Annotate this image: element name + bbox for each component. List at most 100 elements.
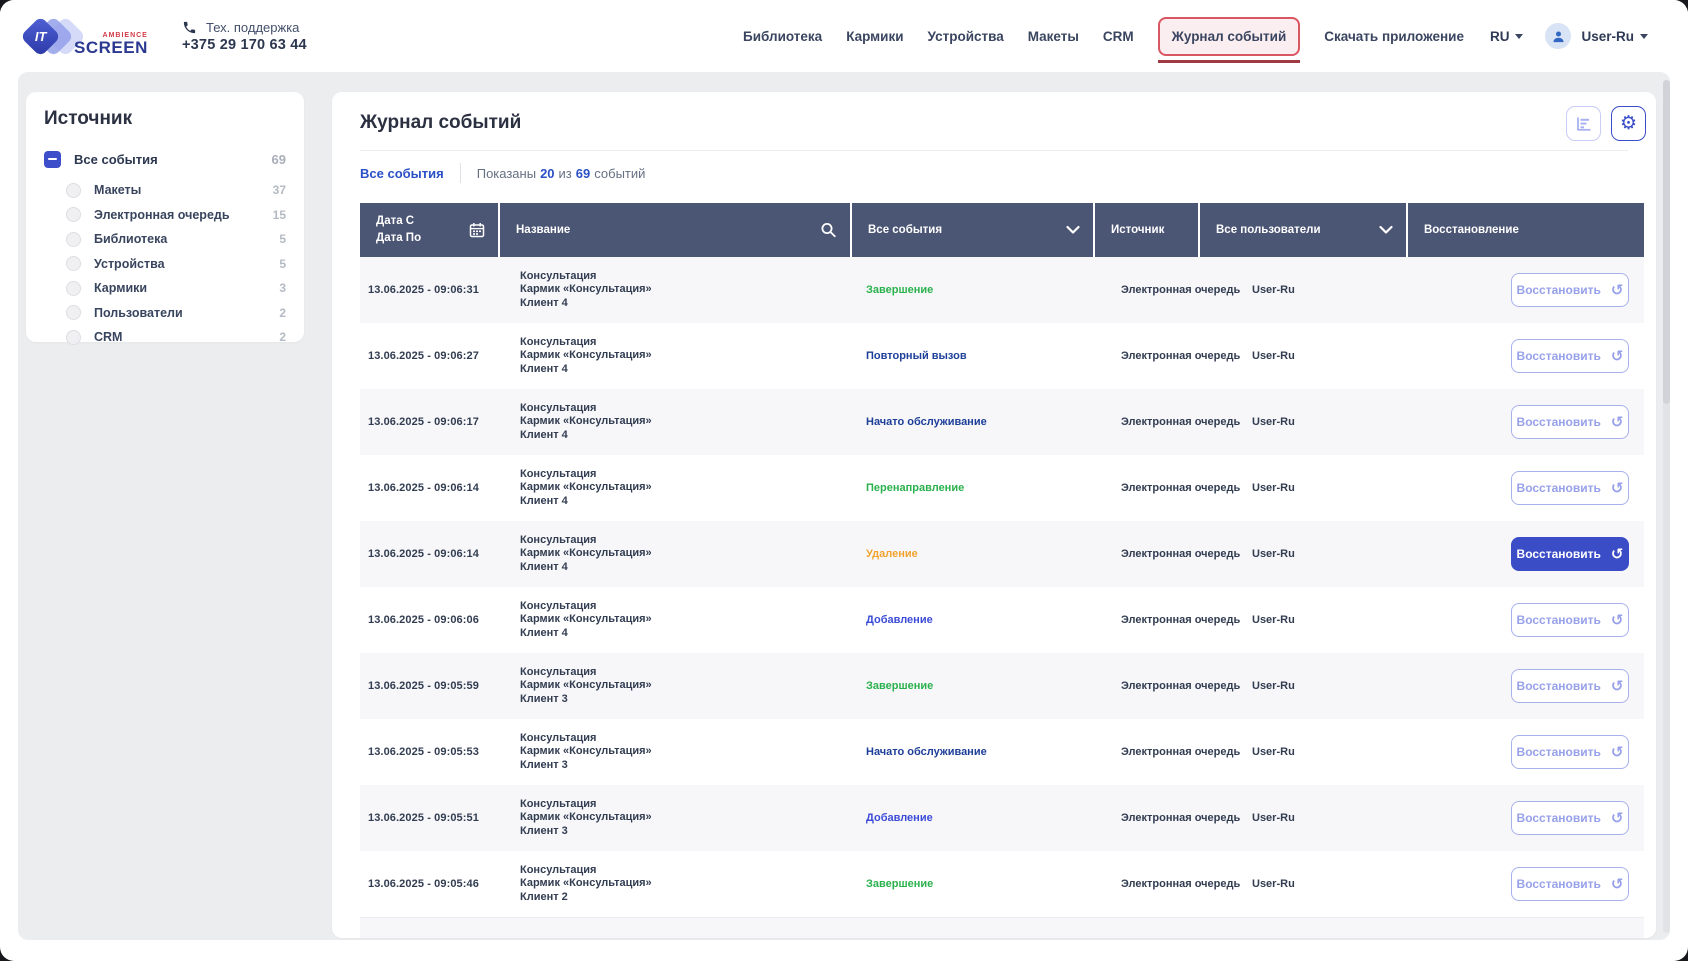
- calendar-icon[interactable]: [469, 222, 485, 238]
- table-row: 13.06.2025 - 09:06:14 Консультация Кармик …: [360, 521, 1644, 587]
- tree-item-count: 2: [279, 305, 286, 320]
- radio-icon[interactable]: [66, 280, 81, 296]
- cell-date: 13.06.2025 - 09:05:51: [368, 812, 479, 824]
- restore-button[interactable]: Восстановить ↺: [1511, 405, 1629, 439]
- restore-button[interactable]: Восстановить ↺: [1511, 669, 1629, 703]
- user-menu[interactable]: User-Ru: [1581, 29, 1648, 44]
- table-row: 13.06.2025 - 09:06:14 Консультация Кармик …: [360, 455, 1644, 521]
- column-header-users[interactable]: Все пользователи: [1200, 203, 1408, 257]
- results-summary: Показаны 20 из 69 событий: [476, 165, 646, 181]
- person-icon: [1551, 29, 1566, 44]
- table-header: Дата С Дата По Название Все события Исто…: [360, 203, 1644, 257]
- cell-event-type: Добавление: [866, 614, 933, 626]
- undo-icon: ↺: [1610, 610, 1624, 629]
- cell-source: Электронная очередь: [1121, 746, 1241, 758]
- shown-count: 20: [540, 165, 555, 181]
- tab-all-events[interactable]: Все события: [360, 166, 444, 181]
- search-icon[interactable]: [820, 222, 837, 239]
- restore-button[interactable]: Восстановить ↺: [1511, 537, 1629, 571]
- nav-item-2[interactable]: Кармики: [846, 29, 903, 44]
- column-header-event-type[interactable]: Все события: [852, 203, 1095, 257]
- tree-root-count: 69: [271, 151, 286, 167]
- source-tree-item[interactable]: Устройства 5: [44, 252, 286, 277]
- cell-date: 13.06.2025 - 09:06:14: [368, 482, 479, 494]
- column-header-source[interactable]: Источник: [1095, 203, 1200, 257]
- restore-button[interactable]: Восстановить ↺: [1511, 339, 1629, 373]
- language-selector[interactable]: RU: [1490, 29, 1524, 44]
- bar-chart-icon: [1575, 116, 1593, 132]
- column-header-date[interactable]: Дата С Дата По: [360, 203, 500, 257]
- cell-name: Консультация Кармик «Консультация» Клиент …: [520, 731, 652, 771]
- cell-name: Консультация Кармик «Консультация» Клиент …: [520, 269, 652, 309]
- app-window: IT AMBIENCE SCREEN Тех. поддержка +375 2…: [0, 0, 1688, 961]
- divider: [360, 150, 1628, 151]
- user-avatar[interactable]: [1545, 23, 1572, 49]
- undo-icon: ↺: [1610, 346, 1624, 365]
- cell-source: Электронная очередь: [1121, 482, 1241, 494]
- cell-user: User-Ru: [1252, 680, 1295, 692]
- cell-user: User-Ru: [1252, 350, 1295, 362]
- restore-button[interactable]: Восстановить ↺: [1511, 471, 1629, 505]
- source-tree-item[interactable]: CRM 2: [44, 325, 286, 350]
- radio-icon[interactable]: [66, 256, 81, 272]
- support-block: Тех. поддержка +375 29 170 63 44: [182, 20, 307, 53]
- cell-source: Электронная очередь: [1121, 548, 1241, 560]
- nav-item-6[interactable]: Журнал событий: [1157, 16, 1301, 63]
- cell-user: User-Ru: [1252, 746, 1295, 758]
- chevron-down-icon[interactable]: [1066, 225, 1080, 235]
- tree-item-count: 2: [279, 330, 286, 345]
- cell-name: Консультация Кармик «Консультация» Клиент …: [520, 335, 652, 375]
- radio-icon[interactable]: [66, 207, 81, 223]
- tree-item-label: Электронная очередь: [94, 207, 230, 222]
- cell-name: Консультация Кармик «Консультация» Клиент …: [520, 797, 652, 837]
- cell-user: User-Ru: [1252, 482, 1295, 494]
- column-header-name[interactable]: Название: [500, 203, 852, 257]
- topbar: IT AMBIENCE SCREEN Тех. поддержка +375 2…: [0, 0, 1688, 72]
- table-row: 13.06.2025 - 09:05:53 Консультация Кармик …: [360, 719, 1644, 785]
- undo-icon: ↺: [1610, 676, 1624, 695]
- radio-icon[interactable]: [66, 305, 81, 321]
- nav-item-3[interactable]: Устройства: [928, 29, 1004, 44]
- restore-button[interactable]: Восстановить ↺: [1511, 867, 1629, 901]
- tree-item-label: Устройства: [94, 256, 165, 271]
- cell-user: User-Ru: [1252, 878, 1295, 890]
- source-tree-item[interactable]: Библиотека 5: [44, 227, 286, 252]
- restore-button[interactable]: Восстановить ↺: [1511, 735, 1629, 769]
- tree-item-count: 5: [279, 232, 286, 247]
- nav-item-7[interactable]: Скачать приложение: [1324, 29, 1464, 44]
- source-tree-item[interactable]: Макеты 37: [44, 178, 286, 203]
- nav-item-5[interactable]: CRM: [1103, 29, 1134, 44]
- restore-button[interactable]: Восстановить ↺: [1511, 801, 1629, 835]
- cell-source: Электронная очередь: [1121, 878, 1241, 890]
- restore-button[interactable]: Восстановить ↺: [1511, 273, 1629, 307]
- cell-user: User-Ru: [1252, 416, 1295, 428]
- vertical-scrollbar[interactable]: [1663, 80, 1670, 933]
- tree-root-label: Все события: [74, 151, 158, 167]
- sidebar-title: Источник: [44, 108, 133, 129]
- settings-button[interactable]: ⚙: [1611, 106, 1646, 141]
- radio-icon[interactable]: [66, 329, 81, 345]
- cell-event-type: Удаление: [866, 548, 918, 560]
- source-tree-item[interactable]: Электронная очередь 15: [44, 203, 286, 228]
- table-row: 13.06.2025 - 09:06:27 Консультация Кармик …: [360, 323, 1644, 389]
- gear-icon: ⚙: [1619, 112, 1638, 134]
- radio-icon[interactable]: [66, 231, 81, 247]
- source-tree-item[interactable]: Пользователи 2: [44, 301, 286, 326]
- chart-view-button[interactable]: [1566, 106, 1601, 141]
- indeterminate-checkbox-icon[interactable]: [44, 150, 61, 168]
- cell-user: User-Ru: [1252, 812, 1295, 824]
- chevron-down-icon[interactable]: [1379, 225, 1393, 235]
- source-tree-root[interactable]: Все события 69: [44, 146, 286, 172]
- column-header-restore: Восстановление: [1424, 224, 1519, 236]
- app-logo[interactable]: IT AMBIENCE SCREEN: [19, 12, 148, 60]
- divider: [459, 163, 461, 183]
- support-phone[interactable]: +375 29 170 63 44: [182, 37, 307, 53]
- nav-item-4[interactable]: Макеты: [1028, 29, 1079, 44]
- nav-item-1[interactable]: Библиотека: [743, 29, 822, 44]
- source-tree-item[interactable]: Кармики 3: [44, 276, 286, 301]
- cell-source: Электронная очередь: [1121, 350, 1241, 362]
- radio-icon[interactable]: [66, 182, 81, 198]
- source-sidebar: Источник Все события 69 Макеты 37 Электрон…: [26, 92, 304, 345]
- tree-item-label: Пользователи: [94, 305, 183, 320]
- restore-button[interactable]: Восстановить ↺: [1511, 603, 1629, 637]
